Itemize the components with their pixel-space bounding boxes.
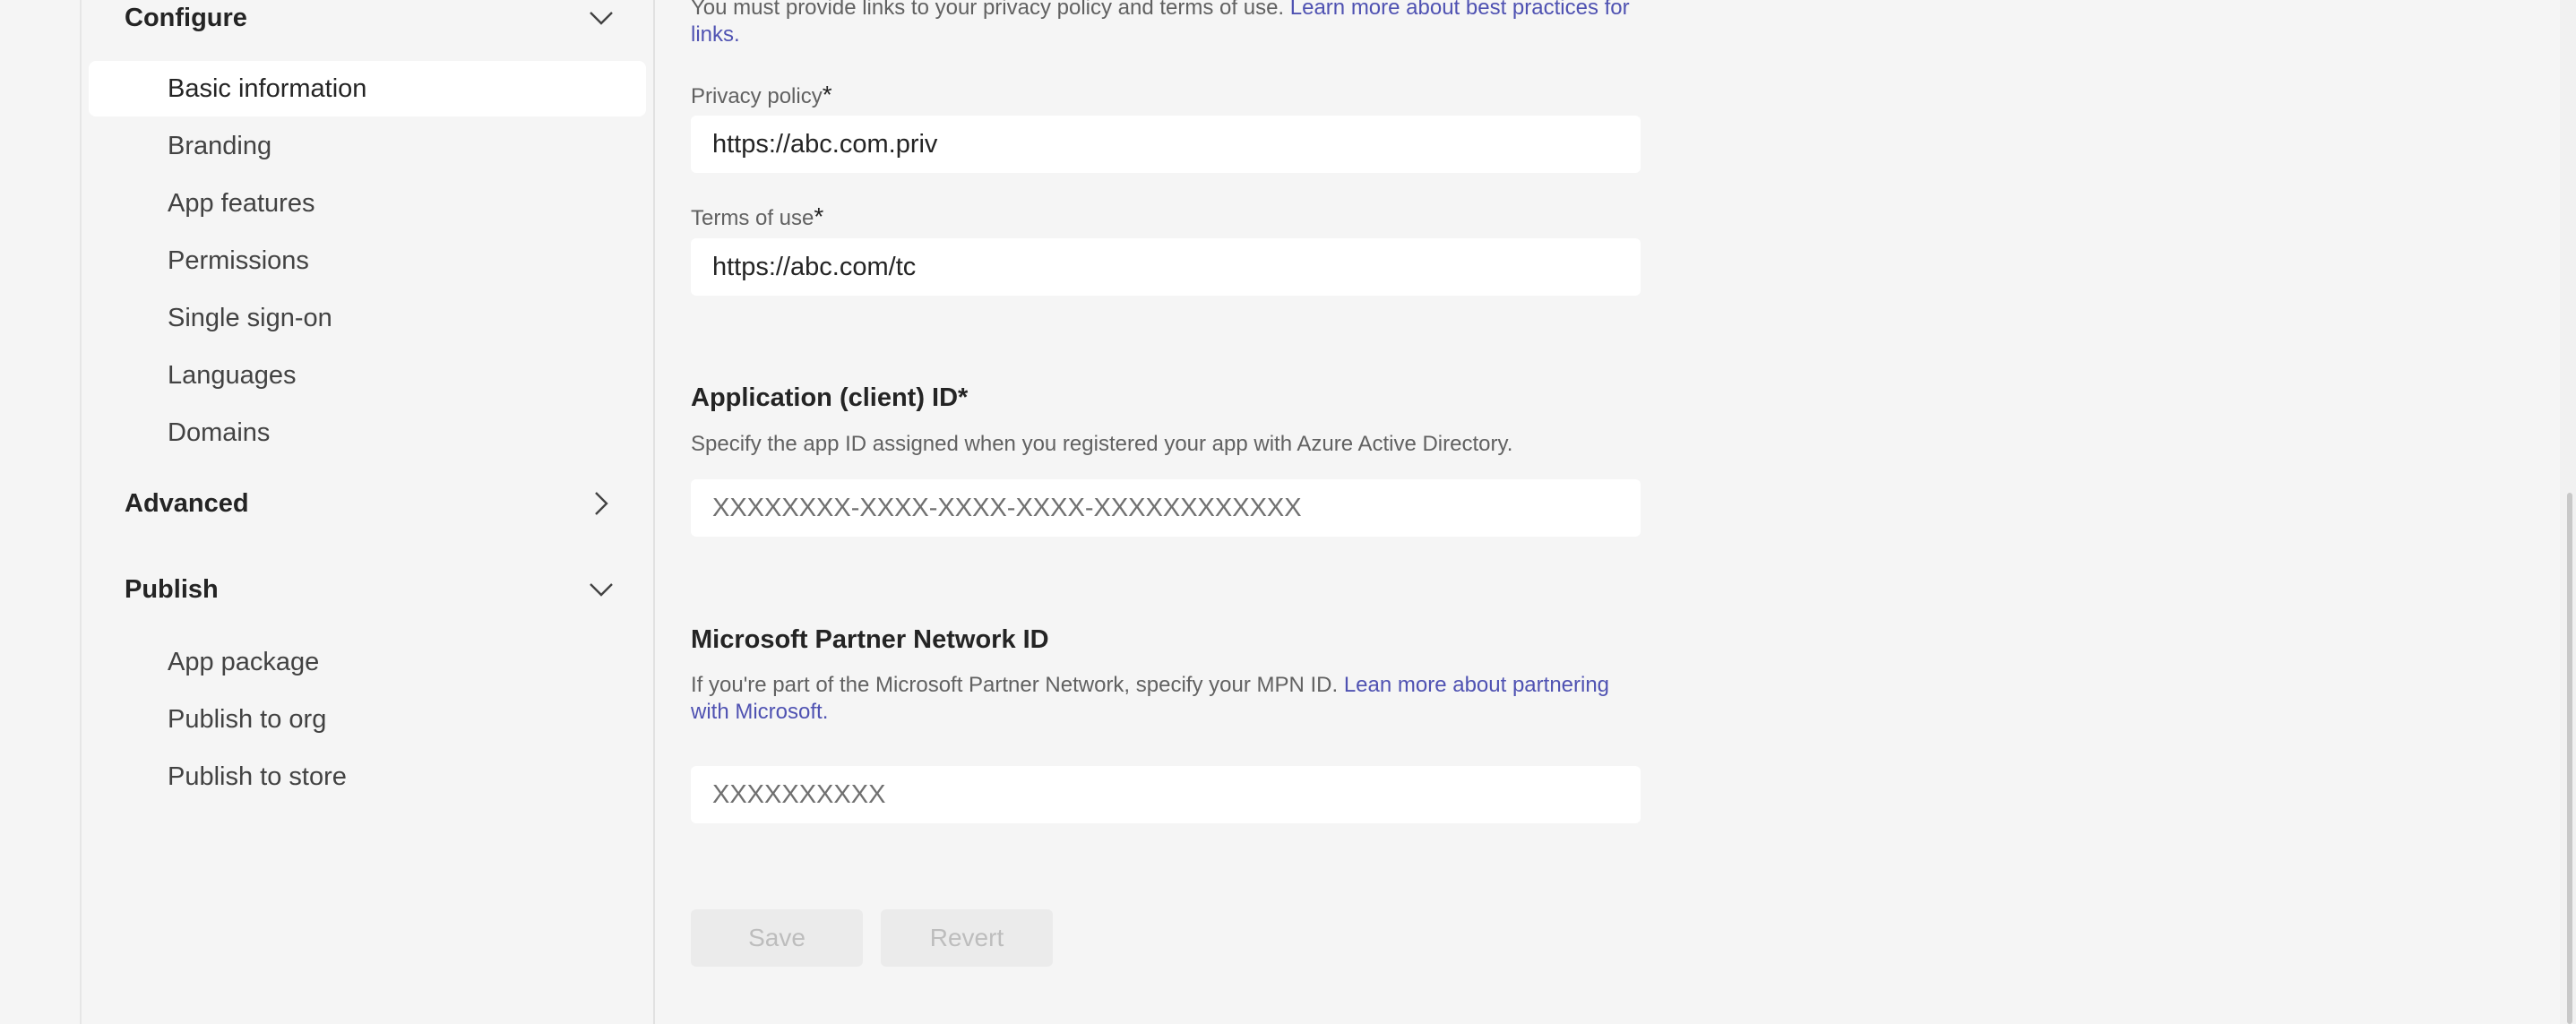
sidebar-item-app-package[interactable]: App package [89,634,646,690]
sidebar-item-label: Publish to store [168,762,347,791]
sidebar-item-publish-to-org[interactable]: Publish to org [89,692,646,747]
sidebar-item-branding[interactable]: Branding [89,118,646,174]
chevron-down-icon [585,2,617,34]
sidebar-item-label: Single sign-on [168,303,332,332]
terms-of-use-value: https://abc.com/tc [712,252,917,281]
mpn-description: If you're part of the Microsoft Partner … [691,672,1650,726]
scrollbar[interactable] [2560,0,2576,1024]
sidebar-item-label: Publish to org [168,704,327,734]
section-advanced[interactable]: Advanced [125,477,617,530]
sidebar-item-label: Languages [168,360,297,390]
mpn-id-input[interactable]: XXXXXXXXXX [691,766,1641,823]
sidebar-item-publish-to-store[interactable]: Publish to store [89,749,646,805]
sidebar-item-domains[interactable]: Domains [89,405,646,460]
sidebar-item-basic-information[interactable]: Basic information [89,61,646,116]
chevron-right-icon [585,487,617,520]
section-publish-label: Publish [125,574,219,604]
sidebar-item-label: Permissions [168,245,309,275]
terms-of-use-label: Terms of use* [691,202,823,231]
main-content: You must provide links to your privacy p… [657,0,2576,1024]
app-id-description: Specify the app ID assigned when you reg… [691,432,1513,456]
sidebar-item-languages[interactable]: Languages [89,348,646,403]
privacy-policy-input[interactable]: https://abc.com.priv [691,116,1641,173]
sidebar-item-label: Domains [168,417,271,447]
section-configure[interactable]: Configure [125,0,617,45]
app-id-heading: Application (client) ID* [691,383,969,412]
sidebar-item-label: Branding [168,131,272,160]
sidebar-item-single-sign-on[interactable]: Single sign-on [89,290,646,346]
sidebar-item-app-features[interactable]: App features [89,176,646,231]
mpn-id-placeholder: XXXXXXXXXX [712,779,886,809]
sidebar: Configure Basic information Branding App… [82,0,655,1024]
app-id-input[interactable]: XXXXXXXX-XXXX-XXXX-XXXX-XXXXXXXXXXXX [691,479,1641,537]
privacy-policy-value: https://abc.com.priv [712,129,938,159]
mpn-description-text: If you're part of the Microsoft Partner … [691,673,1339,697]
section-publish[interactable]: Publish [125,563,617,616]
links-intro-text: You must provide links to your privacy p… [691,0,1285,20]
section-advanced-label: Advanced [125,488,249,518]
chevron-down-icon [585,573,617,606]
mpn-heading: Microsoft Partner Network ID [691,625,1049,654]
links-intro: You must provide links to your privacy p… [691,0,1650,48]
required-mark: * [814,202,824,230]
page: Configure Basic information Branding App… [0,0,2576,1024]
privacy-policy-label: Privacy policy* [691,81,832,109]
app-id-placeholder: XXXXXXXX-XXXX-XXXX-XXXX-XXXXXXXXXXXX [712,493,1302,522]
sidebar-item-label: App features [168,188,315,218]
save-button[interactable]: Save [691,909,863,967]
privacy-policy-label-text: Privacy policy [691,84,823,108]
sidebar-item-permissions[interactable]: Permissions [89,233,646,288]
required-mark: * [822,81,832,108]
sidebar-item-label: App package [168,647,320,676]
sidebar-item-label: Basic information [168,73,367,103]
section-configure-label: Configure [125,3,247,32]
revert-button[interactable]: Revert [881,909,1053,967]
scrollbar-thumb[interactable] [2567,493,2572,1024]
terms-of-use-input[interactable]: https://abc.com/tc [691,238,1641,296]
terms-of-use-label-text: Terms of use [691,206,814,230]
